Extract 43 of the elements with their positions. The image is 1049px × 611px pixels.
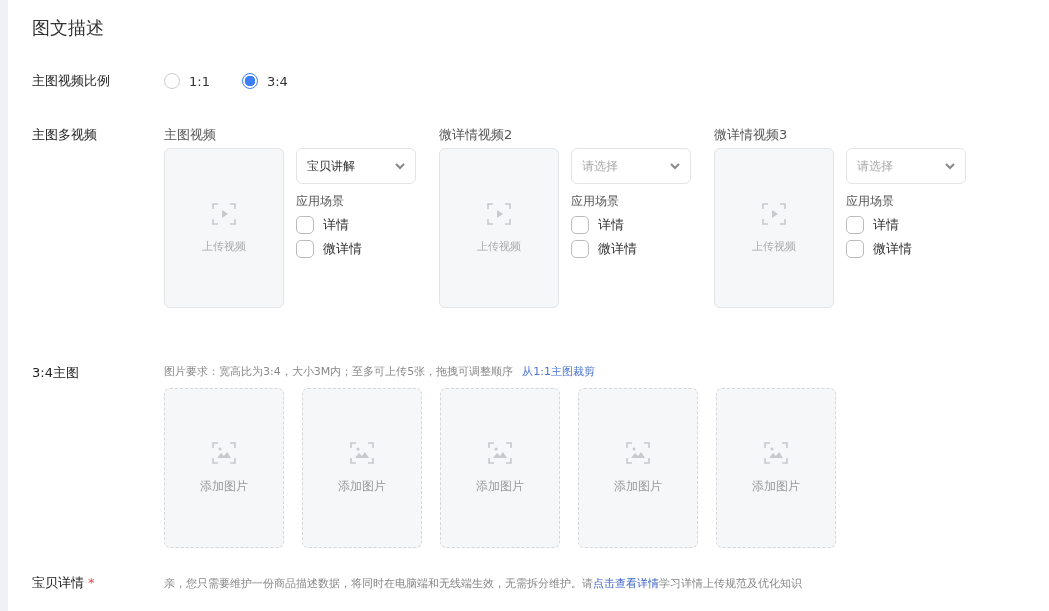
scene-label: 应用场景: [296, 193, 345, 210]
required-mark: *: [88, 575, 95, 590]
crop-link[interactable]: 从1:1主图裁剪: [522, 364, 595, 379]
video-slot-title: 微详情视频2: [439, 126, 514, 144]
scene-checkbox[interactable]: 微详情: [296, 240, 416, 258]
image-frame-icon: [626, 441, 650, 464]
image-frame-icon: [764, 441, 788, 464]
select-field[interactable]: 请选择: [571, 148, 691, 184]
scene-label: 应用场景: [846, 193, 895, 210]
image-frame-icon: [488, 441, 512, 464]
select-field[interactable]: 请选择: [846, 148, 966, 184]
section-title: 图文描述: [32, 16, 105, 40]
hint-text: 图片要求：宽高比为3:4，大小3M内；至多可上传5张，拖拽可调整顺序: [164, 364, 514, 379]
video-frame-icon: [212, 202, 236, 225]
add-image-card[interactable]: 添加图片: [578, 388, 698, 548]
field-label: 主图视频比例: [32, 72, 111, 90]
chevron-down-icon: [670, 162, 680, 170]
image-frame-icon: [212, 441, 236, 464]
add-image-card[interactable]: 添加图片: [440, 388, 560, 548]
scene-checkbox[interactable]: 微详情: [571, 240, 691, 258]
image-frame-icon: [350, 441, 374, 464]
select-field[interactable]: 宝贝讲解: [296, 148, 416, 184]
chevron-down-icon: [395, 162, 405, 170]
video-frame-icon: [487, 202, 511, 225]
video-slot-title: 主图视频: [164, 126, 217, 144]
add-image-card[interactable]: 添加图片: [716, 388, 836, 548]
scene-label: 应用场景: [571, 193, 620, 210]
add-image-card[interactable]: 添加图片: [302, 388, 422, 548]
scene-checkbox[interactable]: 详情: [296, 216, 416, 234]
video-frame-icon: [762, 202, 786, 225]
scene-checkbox[interactable]: 详情: [846, 216, 966, 234]
scene-checkbox[interactable]: 详情: [571, 216, 691, 234]
radio-option[interactable]: 3:4: [241, 73, 288, 89]
radio-option[interactable]: 1:1: [164, 73, 210, 89]
add-image-card[interactable]: 添加图片: [164, 388, 284, 548]
view-details-link[interactable]: 点击查看详情: [593, 576, 659, 590]
field-label: 3:4主图: [32, 364, 80, 382]
video-slot-title: 微详情视频3: [714, 126, 789, 144]
field-label: 宝贝详情: [32, 575, 84, 590]
detail-note: 亲，您只需要维护一份商品描述数据，将同时在电脑端和无线端生效，无需拆分维护。请点击查看详情学习详情上传规范及优化知识: [164, 575, 802, 591]
chevron-down-icon: [945, 162, 955, 170]
scene-checkbox[interactable]: 微详情: [846, 240, 966, 258]
field-label: 主图多视频: [32, 126, 98, 144]
